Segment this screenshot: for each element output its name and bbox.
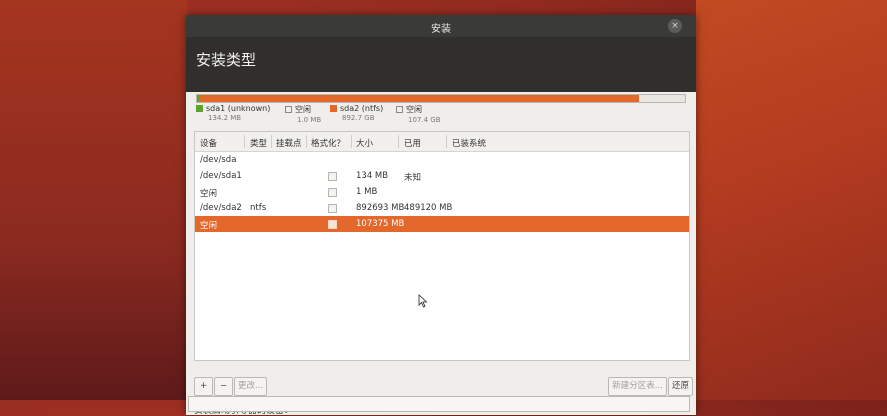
cell-size: 892693 MB	[356, 203, 405, 213]
close-button[interactable]: ×	[668, 19, 682, 33]
column-separator	[244, 135, 245, 148]
legend-swatch	[330, 105, 337, 112]
column-separator	[271, 135, 272, 148]
cell-used: 未知	[404, 173, 422, 183]
column-header-size[interactable]: 大小	[356, 137, 373, 149]
legend-name: 空闲	[406, 105, 422, 114]
table-header: 设备 类型 挂载点 格式化？ 大小 已用 已装系统	[195, 132, 689, 152]
cell-size: 107375 MB	[356, 219, 405, 229]
format-checkbox[interactable]	[328, 188, 337, 197]
column-separator	[351, 135, 352, 148]
format-checkbox[interactable]	[328, 220, 337, 229]
cell-type: ntfs	[250, 203, 267, 213]
page-header: 安装类型	[186, 37, 696, 92]
column-separator	[306, 135, 307, 148]
legend-item-free-2: 空闲 107.4 GB	[396, 104, 441, 124]
boot-device-select[interactable]	[188, 396, 690, 412]
table-row-disk[interactable]: /dev/sda	[195, 152, 689, 168]
format-checkbox[interactable]	[328, 204, 337, 213]
cell-device: /dev/sda1	[200, 171, 242, 181]
legend-size: 892.7 GB	[342, 114, 375, 122]
legend-size: 1.0 MB	[297, 116, 322, 124]
legend-name: sda2 (ntfs)	[340, 104, 384, 113]
legend-swatch	[285, 106, 292, 113]
usage-segment-free	[638, 95, 685, 102]
desktop-background-left	[0, 0, 187, 400]
desktop-background-right	[696, 0, 887, 400]
legend-size: 107.4 GB	[408, 116, 441, 124]
column-header-device[interactable]: 设备	[200, 137, 217, 149]
legend-item-sda2: sda2 (ntfs) 892.7 GB	[330, 104, 383, 122]
column-header-system[interactable]: 已装系统	[452, 137, 486, 149]
remove-partition-button[interactable]: −	[214, 377, 233, 396]
legend-name: 空闲	[295, 105, 311, 114]
cell-device: 空闲	[200, 221, 218, 231]
column-header-mount[interactable]: 挂载点	[276, 137, 302, 149]
cell-size: 134 MB	[356, 171, 389, 181]
legend-item-free-1: 空闲 1.0 MB	[285, 104, 321, 124]
installer-window: 安装 × 安装类型 sda1 (unknown) 134.2 MB 空闲 1.0…	[186, 15, 696, 416]
column-separator	[398, 135, 399, 148]
revert-button[interactable]: 还原	[668, 377, 693, 396]
new-partition-table-button[interactable]: 新建分区表...	[608, 377, 667, 396]
column-separator	[446, 135, 447, 148]
format-checkbox[interactable]	[328, 172, 337, 181]
legend-item-sda1: sda1 (unknown) 134.2 MB	[196, 104, 270, 122]
partition-table: 设备 类型 挂载点 格式化？ 大小 已用 已装系统 /dev/sda /dev/…	[194, 131, 690, 361]
window-title: 安装	[431, 24, 451, 35]
cell-device: /dev/sda	[200, 155, 237, 165]
table-row-selected[interactable]: 空闲 107375 MB	[195, 216, 689, 232]
column-header-format[interactable]: 格式化？	[311, 137, 345, 149]
legend-swatch	[396, 106, 403, 113]
legend-size: 134.2 MB	[208, 114, 242, 122]
disk-usage-bar	[196, 94, 686, 103]
table-row[interactable]: /dev/sda2 ntfs 892693 MB 489120 MB	[195, 200, 689, 216]
column-header-type[interactable]: 类型	[250, 137, 267, 149]
change-partition-button[interactable]: 更改...	[234, 377, 267, 396]
table-row[interactable]: /dev/sda1 134 MB 未知	[195, 168, 689, 184]
add-partition-button[interactable]: +	[194, 377, 213, 396]
usage-segment-sda2	[199, 95, 639, 102]
cell-used: 489120 MB	[404, 203, 453, 213]
title-bar: 安装 ×	[186, 15, 696, 37]
cell-size: 1 MB	[356, 187, 378, 197]
legend-swatch	[196, 105, 203, 112]
cell-device: 空闲	[200, 189, 218, 199]
page-title: 安装类型	[196, 51, 257, 69]
mouse-pointer-icon	[418, 294, 428, 308]
table-row[interactable]: 空闲 1 MB	[195, 184, 689, 200]
column-header-used[interactable]: 已用	[404, 137, 421, 149]
cell-device: /dev/sda2	[200, 203, 242, 213]
legend-name: sda1 (unknown)	[206, 104, 271, 113]
